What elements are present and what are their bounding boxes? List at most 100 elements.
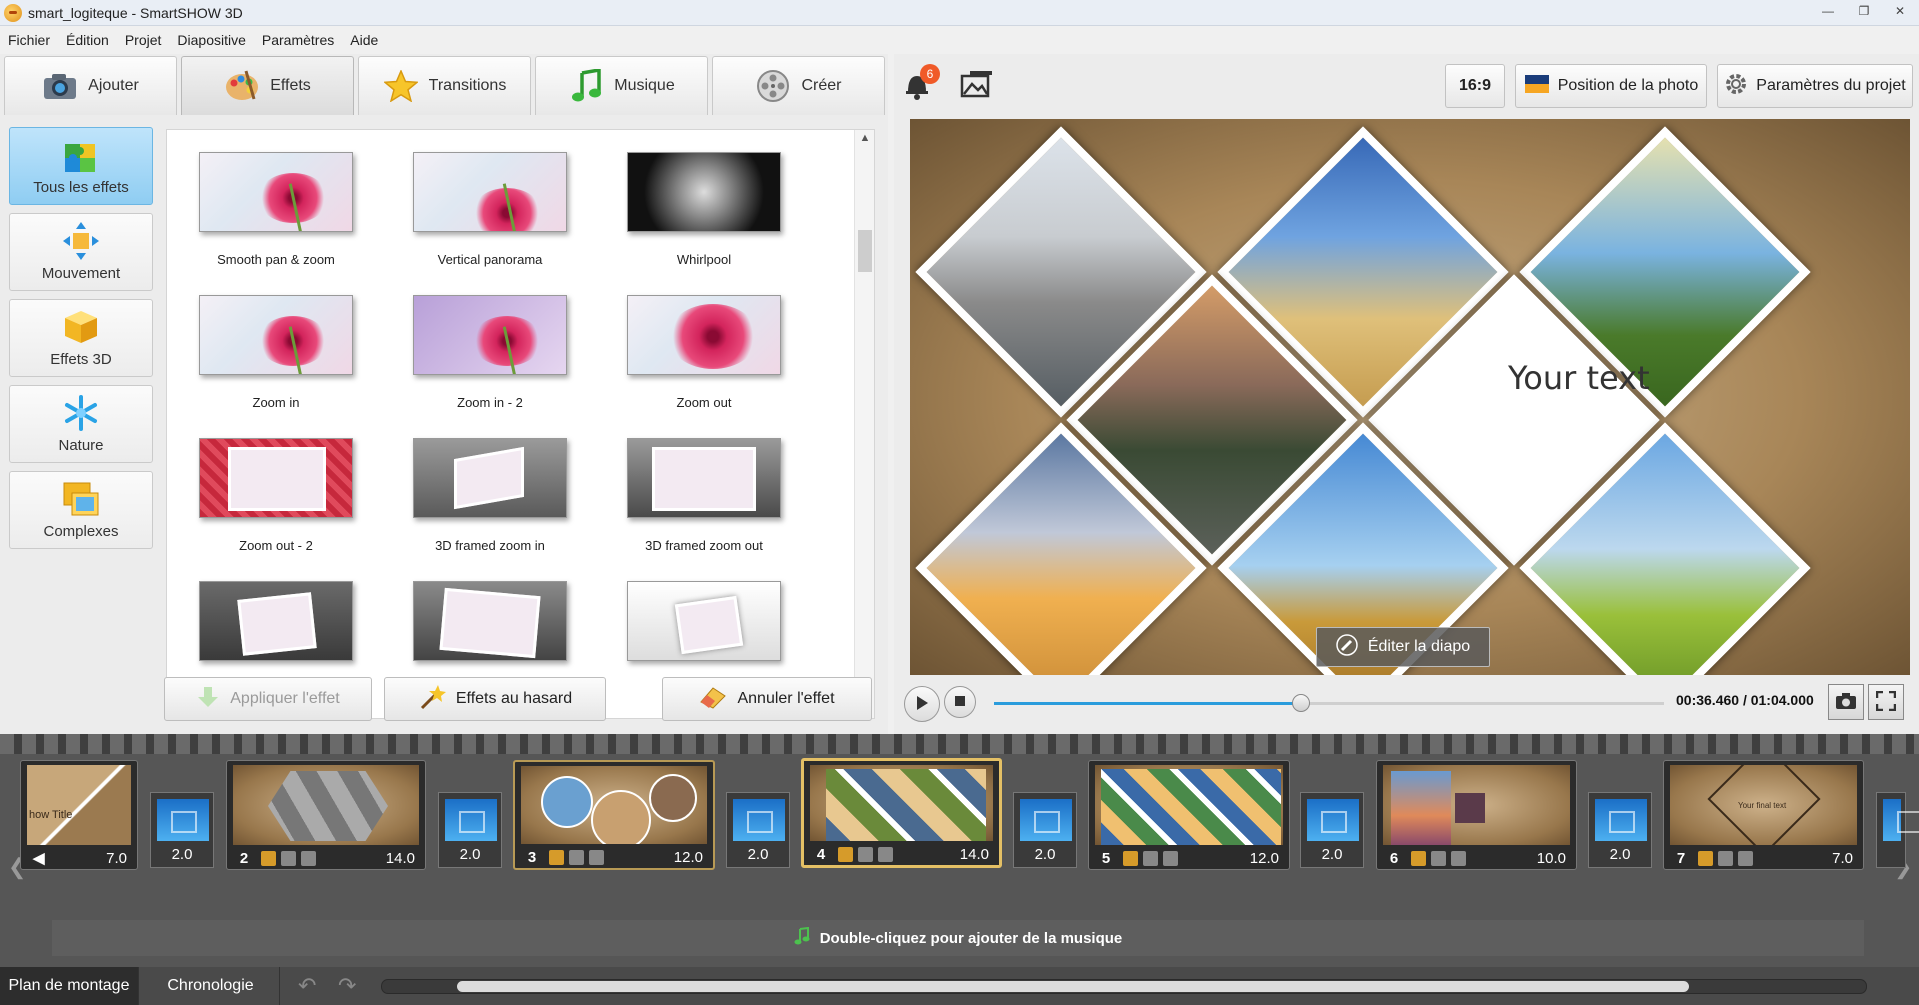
slideshow-image-icon[interactable] bbox=[960, 70, 994, 102]
slide-number: 3 bbox=[527, 848, 537, 866]
redo-icon[interactable]: ↷ bbox=[338, 973, 356, 999]
tab-transitions[interactable]: Transitions bbox=[358, 56, 531, 115]
tab-effets[interactable]: Effets bbox=[181, 56, 354, 115]
minimize-icon[interactable]: — bbox=[1817, 4, 1839, 18]
menu-fichier[interactable]: Fichier bbox=[0, 32, 58, 48]
photo-position-button[interactable]: Position de la photo bbox=[1515, 64, 1707, 108]
slide-7[interactable]: Your final text 7 7.0 bbox=[1663, 760, 1864, 870]
zoom-icon[interactable] bbox=[858, 846, 873, 862]
pencil-icon[interactable] bbox=[838, 846, 853, 862]
volume-icon[interactable] bbox=[1451, 850, 1466, 866]
maximize-icon[interactable]: ❐ bbox=[1853, 4, 1875, 18]
transition-thumbnail bbox=[1020, 799, 1072, 841]
effect-item-smooth-pan-zoom[interactable]: Smooth pan & zoom bbox=[169, 152, 383, 294]
notifications-bell-icon[interactable]: 6 bbox=[902, 64, 940, 102]
transition-1[interactable]: 2.0 bbox=[150, 792, 214, 868]
fullscreen-button[interactable] bbox=[1868, 684, 1904, 720]
play-button[interactable] bbox=[904, 686, 940, 722]
zoom-icon[interactable] bbox=[1431, 850, 1446, 866]
transition-2[interactable]: 2.0 bbox=[438, 792, 502, 868]
pencil-icon[interactable] bbox=[261, 850, 276, 866]
menu-parametres[interactable]: Paramètres bbox=[254, 32, 342, 48]
slide-thumbnail: Your final text bbox=[1670, 765, 1857, 845]
category-effets-3d[interactable]: Effets 3D bbox=[9, 299, 153, 377]
volume-icon[interactable] bbox=[878, 846, 893, 862]
scroll-up-icon[interactable]: ▲ bbox=[855, 132, 874, 150]
slide-2[interactable]: 2 14.0 bbox=[226, 760, 426, 870]
zoom-icon[interactable] bbox=[569, 849, 584, 865]
volume-icon[interactable] bbox=[589, 849, 604, 865]
tab-chronologie[interactable]: Chronologie bbox=[142, 967, 280, 1005]
effect-item-3d-framed-zoom-out[interactable]: 3D framed zoom out bbox=[597, 438, 811, 580]
snapshot-button[interactable] bbox=[1828, 684, 1864, 720]
aspect-ratio-label: 16:9 bbox=[1458, 77, 1492, 94]
magic-wand-icon bbox=[418, 684, 446, 715]
photo-position-icon bbox=[1524, 74, 1550, 99]
slide-1[interactable]: how Title ◀ 7.0 bbox=[20, 760, 138, 870]
slide-3[interactable]: 3 12.0 bbox=[513, 760, 715, 870]
pencil-icon[interactable] bbox=[549, 849, 564, 865]
cancel-effect-button[interactable]: Annuler l'effet bbox=[662, 677, 872, 721]
effect-label: Zoom in bbox=[252, 395, 300, 410]
stop-button[interactable] bbox=[944, 686, 976, 718]
random-effects-button[interactable]: Effets au hasard bbox=[384, 677, 606, 721]
menu-aide[interactable]: Aide bbox=[342, 32, 386, 48]
aspect-ratio-button[interactable]: 16:9 bbox=[1445, 64, 1505, 108]
volume-icon[interactable] bbox=[301, 850, 316, 866]
project-settings-button[interactable]: Paramètres du projet bbox=[1717, 64, 1913, 108]
category-tous-les-effets[interactable]: Tous les effets bbox=[9, 127, 153, 205]
zoom-icon[interactable] bbox=[1143, 850, 1158, 866]
effect-item-zoom-out-2[interactable]: Zoom out - 2 bbox=[169, 438, 383, 580]
transition-6[interactable]: 2.0 bbox=[1588, 792, 1652, 868]
effect-item-vertical-panorama[interactable]: Vertical panorama bbox=[383, 152, 597, 294]
pencil-icon[interactable] bbox=[1123, 850, 1138, 866]
effect-item-zoom-out[interactable]: Zoom out bbox=[597, 295, 811, 437]
zoom-icon[interactable] bbox=[281, 850, 296, 866]
volume-icon[interactable] bbox=[1163, 850, 1178, 866]
scroll-thumb[interactable] bbox=[858, 230, 872, 272]
undo-icon[interactable]: ↶ bbox=[298, 973, 316, 999]
effect-item-zoom-in-2[interactable]: Zoom in - 2 bbox=[383, 295, 597, 437]
volume-icon[interactable] bbox=[1738, 850, 1753, 866]
close-icon[interactable]: ✕ bbox=[1889, 4, 1911, 18]
effect-item-whirlpool[interactable]: Whirlpool bbox=[597, 152, 811, 294]
timeline-scroll-thumb[interactable] bbox=[457, 981, 1689, 992]
transition-3[interactable]: 2.0 bbox=[726, 792, 790, 868]
effect-thumbnail bbox=[627, 295, 781, 375]
effect-categories: Tous les effets Mouvement Effets 3D Natu… bbox=[9, 127, 153, 557]
edit-slide-button[interactable]: Éditer la diapo bbox=[1316, 627, 1490, 667]
menu-diapositive[interactable]: Diapositive bbox=[169, 32, 253, 48]
tab-creer[interactable]: Créer bbox=[712, 56, 885, 115]
pencil-icon[interactable] bbox=[1698, 850, 1713, 866]
tab-musique[interactable]: Musique bbox=[535, 56, 708, 115]
menu-projet[interactable]: Projet bbox=[117, 32, 170, 48]
slide-4[interactable]: 4 14.0 bbox=[801, 758, 1002, 868]
playback-slider[interactable] bbox=[994, 694, 1664, 712]
effects-scrollbar[interactable]: ▲ ▼ bbox=[854, 130, 874, 718]
timeline-scrollbar[interactable] bbox=[381, 979, 1867, 994]
slide-6[interactable]: 6 10.0 bbox=[1376, 760, 1577, 870]
effect-thumbnail bbox=[627, 152, 781, 232]
tab-ajouter[interactable]: Ajouter bbox=[4, 56, 177, 115]
menu-edition[interactable]: Édition bbox=[58, 32, 117, 48]
tab-plan-de-montage[interactable]: Plan de montage bbox=[0, 967, 139, 1005]
transition-7-partial[interactable] bbox=[1876, 792, 1919, 868]
effect-item-zoom-in[interactable]: Zoom in bbox=[169, 295, 383, 437]
effect-thumbnail bbox=[627, 438, 781, 518]
slide-preview[interactable]: Your text Éditer la diapo bbox=[910, 119, 1910, 675]
pencil-icon[interactable] bbox=[1411, 850, 1426, 866]
zoom-icon[interactable] bbox=[1718, 850, 1733, 866]
playback-knob[interactable] bbox=[1291, 694, 1310, 712]
transition-5[interactable]: 2.0 bbox=[1300, 792, 1364, 868]
category-mouvement[interactable]: Mouvement bbox=[9, 213, 153, 291]
slide-5[interactable]: 5 12.0 bbox=[1088, 760, 1290, 870]
camera-icon bbox=[42, 69, 78, 103]
transition-4[interactable]: 2.0 bbox=[1013, 792, 1077, 868]
category-complexes[interactable]: Complexes bbox=[9, 471, 153, 549]
category-nature[interactable]: Nature bbox=[9, 385, 153, 463]
effect-item-3d-framed-zoom-in[interactable]: 3D framed zoom in bbox=[383, 438, 597, 580]
slide-duration: 7.0 bbox=[106, 849, 127, 867]
music-track[interactable]: Double-cliquez pour ajouter de la musiqu… bbox=[52, 920, 1864, 956]
apply-effect-button[interactable]: Appliquer l'effet bbox=[164, 677, 372, 721]
transition-duration: 2.0 bbox=[1034, 846, 1056, 863]
